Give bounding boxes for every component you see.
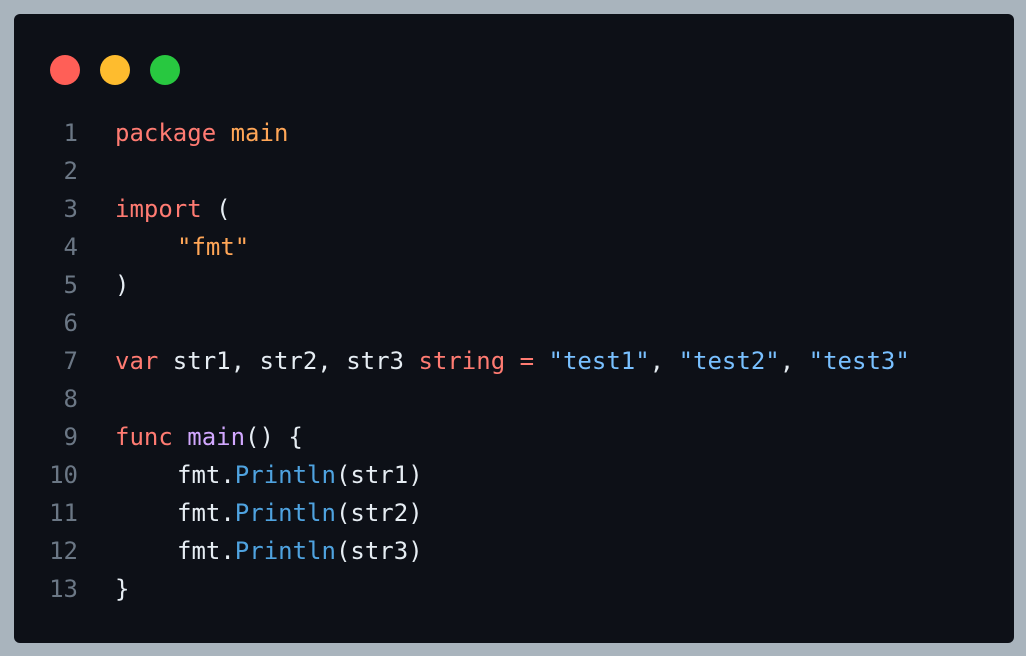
code-token: (str3) — [335, 537, 423, 565]
code-text: ) — [115, 266, 129, 304]
maximize-dot-icon[interactable] — [150, 55, 180, 85]
code-line: 8 — [14, 380, 1014, 418]
code-text: fmt.Println(str1) — [115, 456, 423, 494]
code-token: (str1) — [335, 461, 423, 489]
code-text: func main() { — [115, 418, 303, 456]
code-token: ( — [201, 195, 231, 223]
code-token: , — [649, 347, 679, 375]
code-line: 6 — [14, 304, 1014, 342]
code-line: 7 var str1, str2, str3 string = "test1", … — [14, 342, 1014, 380]
code-text: "fmt" — [115, 228, 249, 266]
code-window: 1 package main 2 3 import (4 "fmt" 5) 6 7 var str… — [14, 14, 1014, 643]
code-token: , — [779, 347, 809, 375]
code-block: 1 package main 2 3 import (4 "fmt" 5) 6 7 var str… — [14, 114, 1014, 608]
code-token: fmt. — [177, 499, 235, 527]
code-token: main — [230, 119, 289, 147]
code-token: func — [115, 423, 173, 451]
code-line: 4 "fmt" — [14, 228, 1014, 266]
code-text: package main — [115, 114, 288, 152]
code-token: string — [418, 347, 506, 375]
line-number: 12 — [49, 537, 78, 565]
code-token: fmt. — [177, 461, 235, 489]
code-token: Println — [234, 537, 336, 565]
line-number: 8 — [63, 385, 78, 413]
line-number: 9 — [63, 423, 78, 451]
line-number: 2 — [63, 157, 78, 185]
code-line: 9 func main() { — [14, 418, 1014, 456]
code-token: "test2" — [678, 347, 780, 375]
code-line: 2 — [14, 152, 1014, 190]
code-text: fmt.Println(str2) — [115, 494, 423, 532]
code-token: "fmt" — [177, 233, 250, 261]
code-token: (str2) — [335, 499, 423, 527]
close-dot-icon[interactable] — [50, 55, 80, 85]
code-line: 11 fmt.Println(str2) — [14, 494, 1014, 532]
code-token: package — [115, 119, 217, 147]
code-token: Println — [234, 499, 336, 527]
line-number: 4 — [63, 233, 78, 261]
code-line: 12 fmt.Println(str3) — [14, 532, 1014, 570]
code-token: = — [519, 347, 535, 375]
line-number: 7 — [63, 347, 78, 375]
code-token: main — [187, 423, 246, 451]
line-number: 5 — [63, 271, 78, 299]
line-number: 1 — [63, 119, 78, 147]
line-number: 10 — [49, 461, 78, 489]
code-line: 5) — [14, 266, 1014, 304]
code-token: "test3" — [808, 347, 910, 375]
line-number: 3 — [63, 195, 78, 223]
code-text: var str1, str2, str3 string = "test1", "… — [115, 342, 910, 380]
code-token: import — [115, 195, 202, 223]
code-text: import ( — [115, 190, 231, 228]
line-number: 6 — [63, 309, 78, 337]
code-token: Println — [234, 461, 336, 489]
code-token: () { — [245, 423, 303, 451]
code-text: } — [115, 570, 129, 608]
code-token: fmt. — [177, 537, 235, 565]
code-token: "test1" — [548, 347, 650, 375]
code-line: 13} — [14, 570, 1014, 608]
line-number: 11 — [49, 499, 78, 527]
code-token: ) — [115, 271, 130, 299]
minimize-dot-icon[interactable] — [100, 55, 130, 85]
code-line: 1 package main — [14, 114, 1014, 152]
line-number: 13 — [49, 575, 78, 603]
code-line: 10 fmt.Println(str1) — [14, 456, 1014, 494]
code-token: } — [115, 575, 130, 603]
code-text: fmt.Println(str3) — [115, 532, 423, 570]
code-token: str1, str2, str3 — [158, 347, 419, 375]
code-line: 3 import ( — [14, 190, 1014, 228]
code-token: var — [115, 347, 159, 375]
